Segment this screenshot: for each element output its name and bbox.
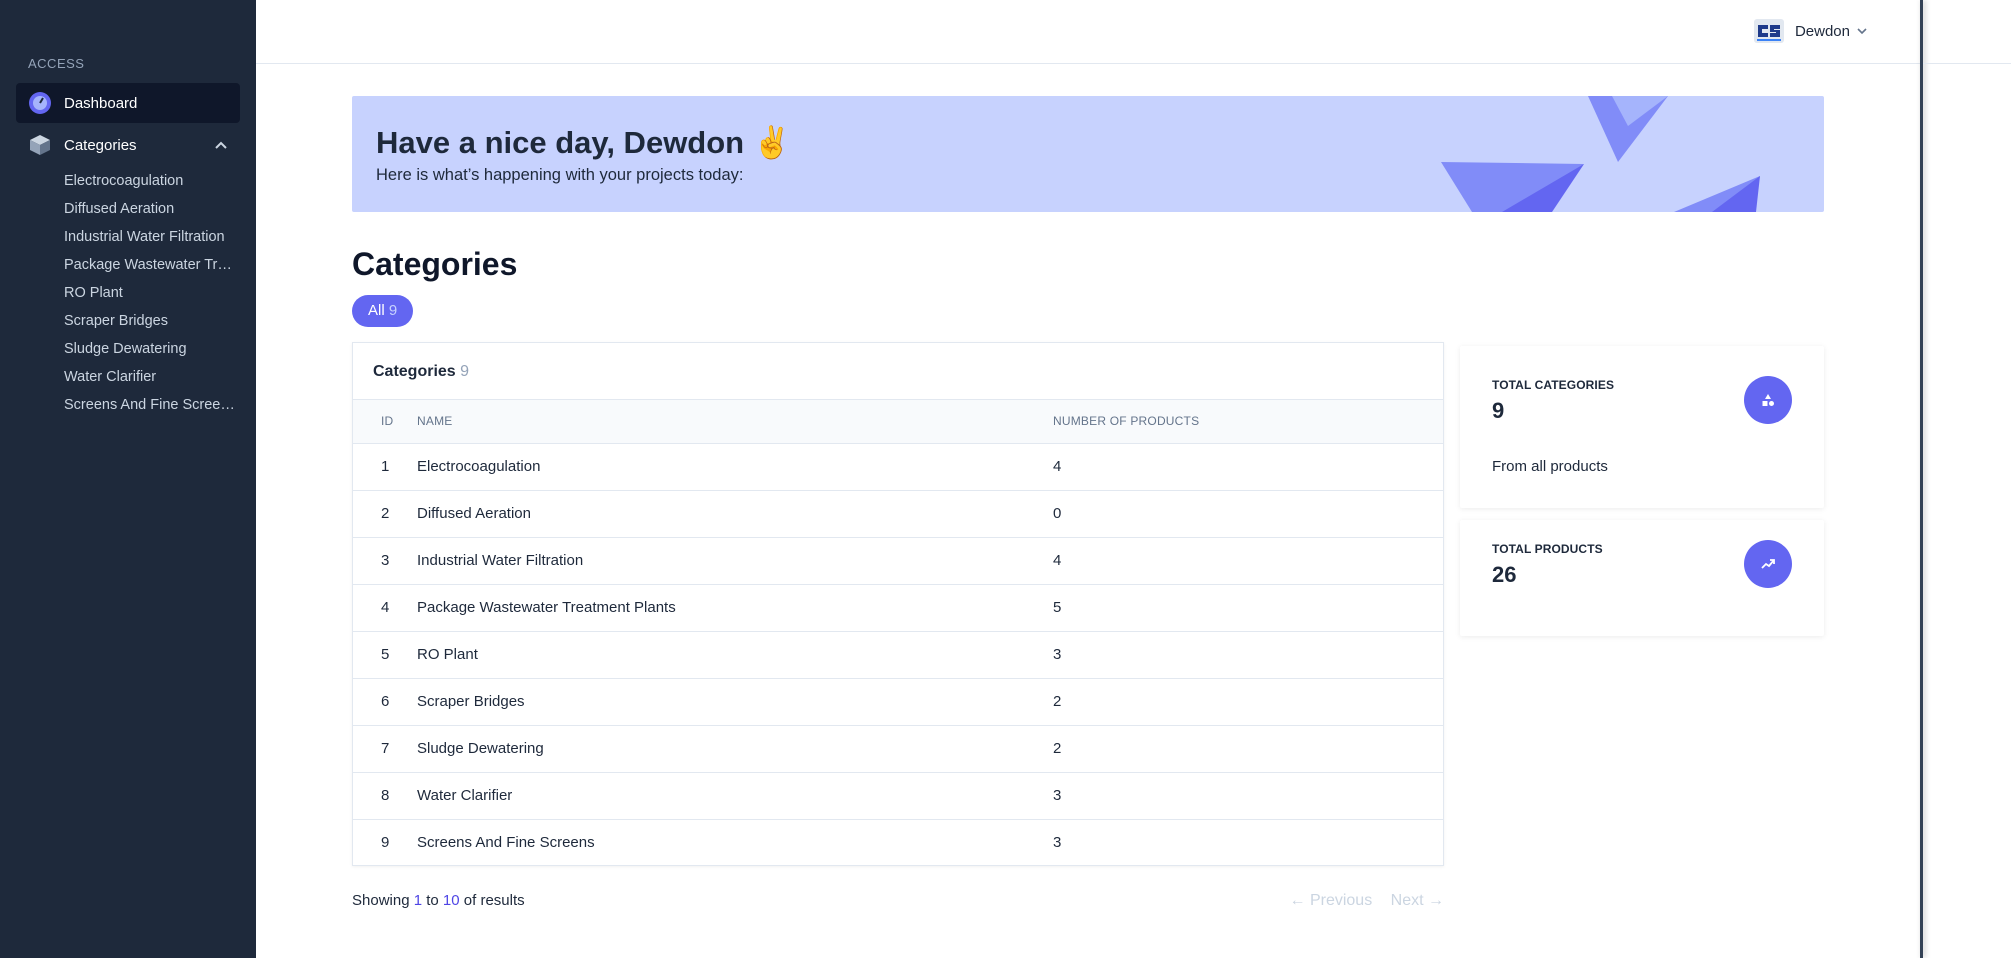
cell-name: Scraper Bridges	[417, 693, 525, 710]
table-row[interactable]: 7 Sludge Dewatering 2	[353, 725, 1443, 772]
filter-all-button[interactable]: All 9	[352, 295, 414, 327]
table-row[interactable]: 5 RO Plant 3	[353, 631, 1443, 678]
sidebar-item-label: Dashboard	[64, 94, 138, 112]
cell-name: Diffused Aeration	[417, 505, 531, 522]
cell-products: 3	[1053, 834, 1062, 852]
pagination-nav: ← Previous Next →	[1276, 892, 1445, 910]
top-header: Dewdon	[256, 0, 1920, 64]
previous-button[interactable]: ← Previous	[1290, 892, 1373, 909]
stat-label: TOTAL PRODUCTS	[1492, 542, 1603, 556]
table-row[interactable]: 1 Electrocoagulation 4	[353, 443, 1443, 490]
showing-text: Showing	[352, 892, 410, 909]
sidebar-subitem-electrocoagulation[interactable]: Electrocoagulation	[0, 167, 240, 195]
sidebar-section-label: ACCESS	[28, 56, 85, 71]
sidebar: ACCESS Dashboard Categories Electrocoagu…	[0, 0, 256, 958]
column-header-name: NAME	[417, 414, 453, 429]
cell-name: Water Clarifier	[417, 787, 513, 804]
table-row[interactable]: 2 Diffused Aeration 0	[353, 490, 1443, 537]
sidebar-subitem-package-wastewater[interactable]: Package Wastewater Tr…	[0, 251, 240, 279]
banner-subtitle: Here is what’s happening with your proje…	[376, 166, 744, 184]
cell-name: Screens And Fine Screens	[417, 834, 595, 852]
sidebar-subitem-water-clarifier[interactable]: Water Clarifier	[0, 363, 240, 391]
sidebar-item-label: Categories	[64, 136, 137, 154]
next-button[interactable]: Next →	[1391, 892, 1444, 909]
cell-name: Industrial Water Filtration	[417, 552, 584, 569]
filter-label: All	[368, 302, 385, 319]
results-from: 1	[413, 892, 423, 909]
sidebar-subitem-industrial-water-filtration[interactable]: Industrial Water Filtration	[0, 223, 240, 251]
table-row[interactable]: 6 Scraper Bridges 2	[353, 678, 1443, 725]
of-results-text: of results	[463, 892, 525, 909]
cell-products: 4	[1053, 458, 1062, 475]
total-categories-card: TOTAL CATEGORIES 9 From all products	[1460, 346, 1824, 508]
sidebar-subitem-scraper-bridges[interactable]: Scraper Bridges	[0, 307, 240, 335]
cell-id: 3	[381, 552, 390, 569]
cell-id: 8	[381, 787, 390, 804]
cell-products: 2	[1053, 693, 1062, 710]
column-header-id: ID	[381, 414, 394, 429]
categories-table: ID NAME NUMBER OF PRODUCTS 1 Electrocoagu…	[353, 400, 1443, 866]
cell-products: 2	[1053, 740, 1062, 757]
window-edge	[1920, 0, 1923, 958]
cell-id: 9	[381, 834, 390, 852]
cell-id: 5	[381, 646, 390, 663]
cell-name: RO Plant	[417, 646, 478, 663]
cell-id: 1	[381, 458, 390, 475]
user-name: Dewdon	[1794, 22, 1850, 40]
total-products-card: TOTAL PRODUCTS 26	[1460, 520, 1824, 636]
stat-label: TOTAL CATEGORIES	[1492, 378, 1615, 392]
table-header-row: ID NAME NUMBER OF PRODUCTS	[353, 400, 1443, 443]
table-row[interactable]: 4 Package Wastewater Treatment Plants 5	[353, 584, 1443, 631]
stat-value: 9	[1492, 398, 1505, 423]
cell-id: 2	[381, 505, 390, 522]
stat-value: 26	[1492, 562, 1517, 587]
sidebar-subitem-diffused-aeration[interactable]: Diffused Aeration	[0, 195, 240, 223]
cell-products: 0	[1053, 505, 1062, 522]
cell-name: Sludge Dewatering	[417, 740, 544, 757]
stat-subtext: From all products	[1492, 458, 1608, 475]
divider	[1923, 63, 2011, 64]
sidebar-subitem-screens[interactable]: Screens And Fine Scree…	[0, 391, 240, 419]
company-logo-icon	[1753, 18, 1785, 44]
sidebar-subitem-ro-plant[interactable]: RO Plant	[0, 279, 240, 307]
table-title: Categories 9	[353, 343, 1443, 400]
user-menu[interactable]: Dewdon	[1753, 18, 1868, 44]
chevron-up-icon[interactable]	[214, 137, 228, 153]
dashboard-icon	[28, 91, 52, 115]
cell-id: 4	[381, 599, 390, 616]
pagination: Showing 1 to 10 of results ← Previous Ne…	[352, 892, 1444, 916]
cube-icon	[28, 133, 52, 157]
cell-products: 4	[1053, 552, 1062, 569]
page-title: Categories	[352, 246, 518, 282]
cell-products: 3	[1053, 646, 1062, 663]
results-to: 10	[442, 892, 460, 909]
chevron-down-icon	[1856, 24, 1868, 38]
column-header-products: NUMBER OF PRODUCTS	[1053, 414, 1200, 429]
table-row[interactable]: 8 Water Clarifier 3	[353, 772, 1443, 819]
to-text: to	[426, 892, 439, 909]
cell-name: Electrocoagulation	[417, 458, 541, 475]
cell-id: 6	[381, 693, 390, 710]
cell-name: Package Wastewater Treatment Plants	[417, 599, 676, 616]
table-row[interactable]: 3 Industrial Water Filtration 4	[353, 537, 1443, 584]
welcome-banner: Have a nice day, Dewdon ✌️ Here is what’…	[352, 96, 1824, 212]
categories-table-card: Categories 9 ID NAME NUMBER OF PRODUCTS …	[352, 342, 1444, 866]
table-row[interactable]: 9 Screens And Fine Screens 3	[353, 819, 1443, 866]
sidebar-subitem-sludge-dewatering[interactable]: Sludge Dewatering	[0, 335, 240, 363]
cell-products: 5	[1053, 599, 1062, 616]
table-count: 9	[460, 363, 470, 380]
filter-count: 9	[388, 302, 398, 319]
table-title-text: Categories	[373, 363, 456, 380]
shapes-icon	[1744, 376, 1792, 424]
sidebar-item-dashboard[interactable]: Dashboard	[16, 83, 240, 123]
results-summary: Showing 1 to 10 of results	[352, 892, 525, 909]
sidebar-item-categories[interactable]: Categories	[16, 125, 240, 165]
cell-products: 3	[1053, 787, 1062, 804]
trending-up-icon	[1744, 540, 1792, 588]
banner-title: Have a nice day, Dewdon ✌️	[376, 125, 792, 160]
cell-id: 7	[381, 740, 390, 757]
